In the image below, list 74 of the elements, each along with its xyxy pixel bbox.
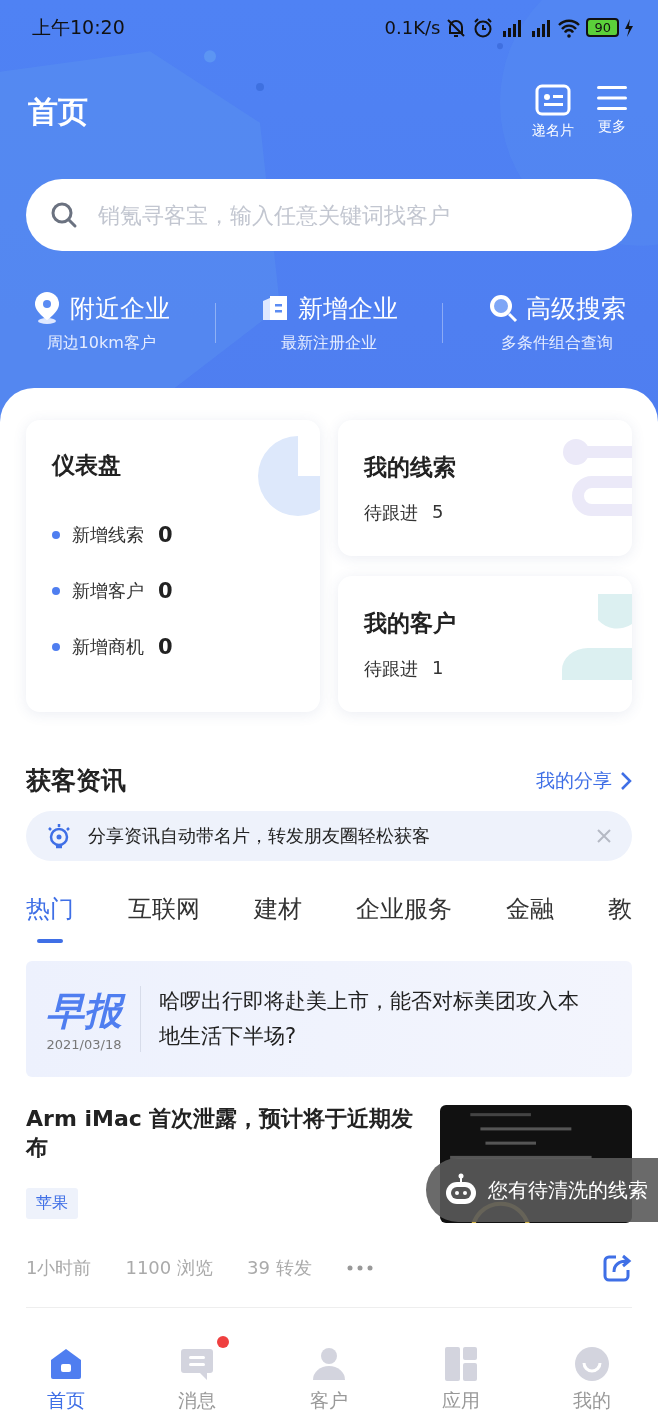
tab-bar-item[interactable]: 消息 <box>158 1334 237 1418</box>
category-tab[interactable]: 互联网 <box>128 885 200 947</box>
pending-label: 待跟进 <box>364 657 418 681</box>
summary-card[interactable]: 我的线索 待跟进 5 <box>338 420 632 556</box>
pending-count: 1 <box>432 657 444 680</box>
status-time: 上午10:20 <box>32 14 125 40</box>
bullet-dot <box>52 531 60 539</box>
quick-link-title: 附近企业 <box>70 292 171 325</box>
person-icon <box>311 1346 347 1382</box>
card-title: 我的客户 <box>364 609 457 638</box>
wifi-icon <box>557 17 582 38</box>
quick-link-subtitle: 周边10km客户 <box>46 333 156 354</box>
stat-value: 0 <box>158 635 173 659</box>
chevron-right-icon <box>620 770 632 791</box>
category-tab[interactable]: 建材 <box>254 885 302 947</box>
search-bar[interactable]: 销氪寻客宝，输入任意关键词找客户 <box>26 179 632 251</box>
tab-bar-item[interactable]: 首页 <box>26 1334 105 1418</box>
header-action-button[interactable]: 递名片 <box>532 84 574 140</box>
card-title: 仪表盘 <box>52 451 122 480</box>
bullet-dot <box>52 587 60 595</box>
tab-bar-item[interactable]: 应用 <box>421 1334 500 1418</box>
quick-link[interactable]: 高级搜索 多条件组合查询 <box>487 291 626 354</box>
battery-indicator: 90 <box>586 18 619 37</box>
summary-card[interactable]: 我的客户 待跟进 1 <box>338 576 632 712</box>
dashboard-card[interactable]: 仪表盘 新增线索 0 新增客户 0 新增商机 0 <box>26 420 320 712</box>
my-shares-link[interactable]: 我的分享 <box>536 767 632 794</box>
network-speed: 0.1K/s <box>384 17 441 38</box>
article-tag: 苹果 <box>26 1188 78 1220</box>
pending-count: 5 <box>432 501 444 524</box>
quick-link-subtitle: 多条件组合查询 <box>500 332 613 354</box>
quick-link-title: 高级搜索 <box>525 292 626 325</box>
card-title: 我的线索 <box>364 453 457 482</box>
stat-label: 新增线索 <box>72 523 144 547</box>
quick-link[interactable]: 新增企业 最新注册企业 <box>259 291 398 354</box>
page-title: 首页 <box>28 92 88 131</box>
quick-link-title: 新增企业 <box>297 292 398 325</box>
article-title[interactable]: Arm iMac 首次泄露，预计将于近期发布 <box>26 1105 416 1163</box>
id-card-icon <box>535 84 571 116</box>
quick-link[interactable]: 附近企业 周边10km客户 <box>32 291 171 354</box>
search-icon <box>50 201 78 229</box>
view-count: 1100 浏览 <box>125 1256 213 1280</box>
more-icon[interactable] <box>345 1264 374 1272</box>
category-tab[interactable]: 企业服务 <box>356 885 452 947</box>
share-count: 39 转发 <box>247 1256 312 1280</box>
stat-value: 0 <box>158 523 173 547</box>
post-time: 1小时前 <box>26 1256 92 1280</box>
magnifier-icon <box>487 293 518 323</box>
smile-icon <box>574 1346 611 1382</box>
bullet-dot <box>52 643 60 651</box>
category-tab[interactable]: 教 <box>608 885 632 947</box>
report-date: 2021/03/18 <box>46 1037 122 1052</box>
header-action-button[interactable]: 更多 <box>596 84 628 140</box>
pending-label: 待跟进 <box>364 501 418 525</box>
apps-icon <box>442 1346 479 1382</box>
quick-link-subtitle: 最新注册企业 <box>280 332 377 354</box>
tab-bar-item[interactable]: 客户 <box>290 1334 368 1418</box>
person-icon <box>560 594 632 680</box>
charging-icon <box>624 18 634 37</box>
tab-bar-item[interactable]: 我的 <box>553 1334 632 1418</box>
stat-label: 新增商机 <box>72 635 144 659</box>
headline: 哈啰出行即将赴美上市，能否对标美团攻入本地生活下半场? <box>159 988 580 1050</box>
search-input[interactable]: 销氪寻客宝，输入任意关键词找客户 <box>96 201 608 229</box>
floating-tip[interactable]: 您有待清洗的线索 <box>426 1158 658 1222</box>
stat-value: 0 <box>158 579 173 603</box>
category-tab[interactable]: 热门 <box>26 885 74 947</box>
menu-icon <box>596 84 628 112</box>
stat-label: 新增客户 <box>72 579 144 603</box>
share-icon[interactable] <box>602 1253 632 1283</box>
close-icon[interactable] <box>596 828 612 844</box>
message-icon <box>179 1346 216 1382</box>
category-tab[interactable]: 金融 <box>506 885 554 947</box>
section-title: 获客资讯 <box>26 765 126 797</box>
daily-report-card[interactable]: 早报 2021/03/18 哈啰出行即将赴美上市，能否对标美团攻入本地生活下半场? <box>26 961 632 1077</box>
notice-text: 分享资讯自动带名片，转发朋友圈轻松获客 <box>88 824 431 848</box>
